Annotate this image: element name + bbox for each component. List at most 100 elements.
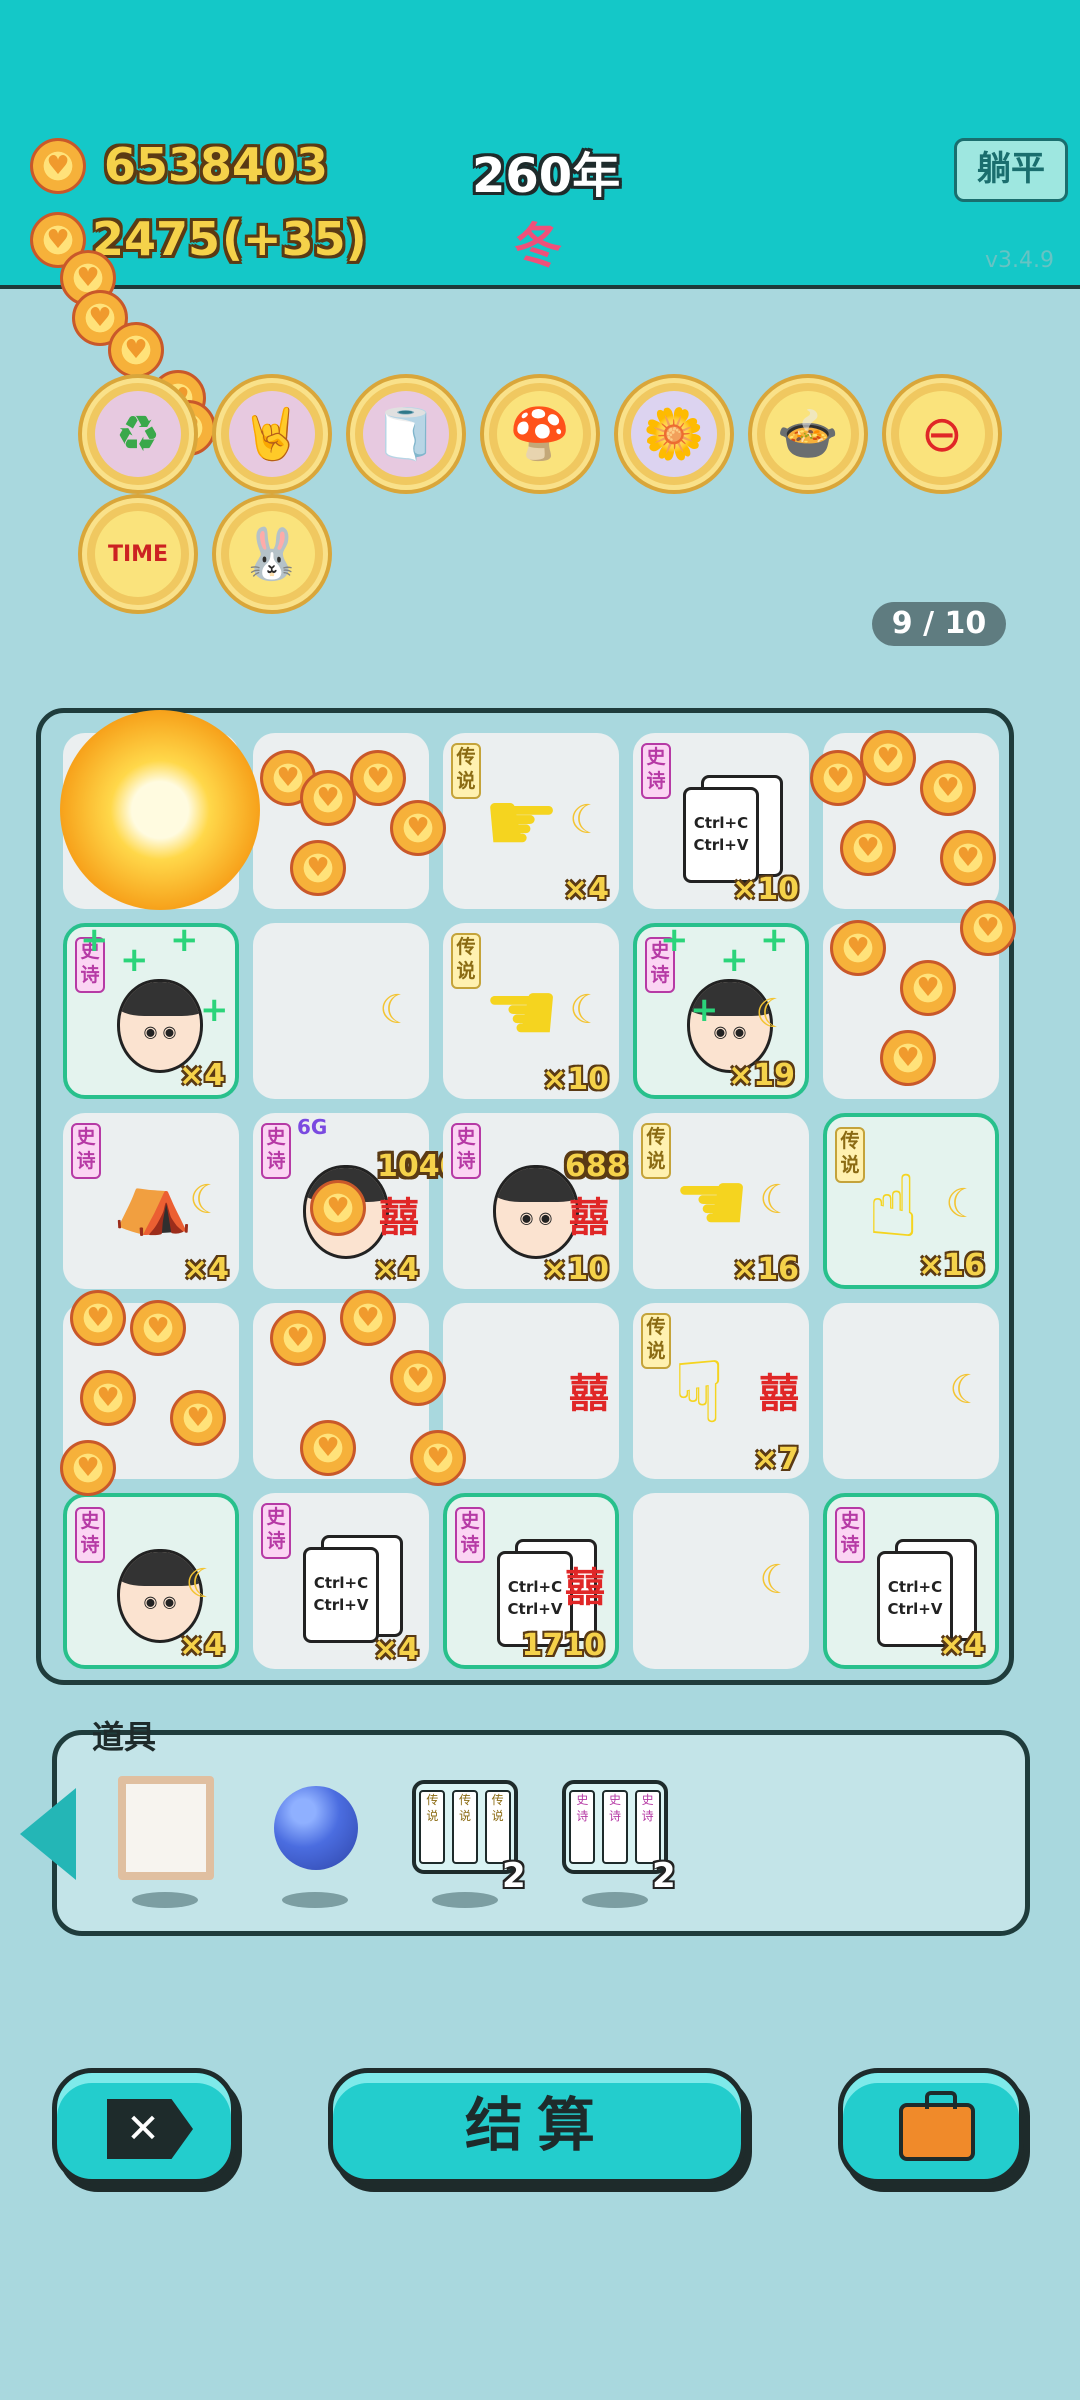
coin-pile-icon bbox=[880, 1030, 936, 1086]
season-label: 冬 bbox=[514, 218, 563, 274]
board-cell[interactable]: 史诗 Ctrl+C Ctrl+V ×4 bbox=[253, 1493, 429, 1669]
coin-pile-icon bbox=[960, 900, 1016, 956]
coin-pile-icon bbox=[940, 830, 996, 886]
coin-pile-icon bbox=[900, 960, 956, 1016]
settle-label: 结算 bbox=[464, 2091, 609, 2159]
moon-icon: ☾ bbox=[755, 991, 791, 1037]
blueberry-item[interactable] bbox=[274, 1786, 358, 1870]
coin-pile-icon bbox=[310, 1180, 366, 1236]
multiplier: ×4 bbox=[178, 1628, 225, 1663]
coin-pile-icon bbox=[390, 1350, 446, 1406]
mushroom-cloud-icon: 🍄 bbox=[497, 391, 583, 477]
blank-canvas-item[interactable] bbox=[118, 1776, 214, 1880]
moon-icon: ☾ bbox=[759, 1557, 795, 1603]
double-happiness-icon: 囍 bbox=[569, 1371, 609, 1417]
flower-pot-icon: 🌼 bbox=[631, 391, 717, 477]
board-cell[interactable]: 囍 bbox=[443, 1303, 619, 1479]
items-scroll-left-button[interactable] bbox=[20, 1788, 76, 1880]
rock-hand-icon: 🤘 bbox=[229, 391, 315, 477]
delete-icon: ✕ bbox=[107, 2099, 193, 2159]
moon-icon: ☾ bbox=[759, 1177, 795, 1223]
board-cell[interactable]: 史诗 Ctrl+C Ctrl+V ×4 bbox=[823, 1493, 999, 1669]
multiplier: ×16 bbox=[918, 1248, 985, 1283]
board-cell[interactable]: 史诗 ☾ ×4 bbox=[63, 1493, 239, 1669]
coin-pile-icon bbox=[170, 1390, 226, 1446]
epic-tag: 史诗 bbox=[455, 1507, 485, 1563]
epic-tag: 史诗 bbox=[261, 1503, 291, 1559]
board-cell[interactable]: ☾ bbox=[823, 1303, 999, 1479]
pointing-hand-icon: ☝ bbox=[867, 1157, 920, 1257]
briefcase-icon bbox=[899, 2091, 975, 2161]
pointing-hand-icon: ☛ bbox=[483, 773, 561, 873]
coin-pile-icon bbox=[920, 760, 976, 816]
6g-badge: 6G bbox=[297, 1115, 328, 1139]
item-count: 2 bbox=[502, 1856, 526, 1896]
plus-effect-icon: + bbox=[80, 920, 109, 960]
no-entry-relic[interactable]: ⊖ bbox=[886, 378, 998, 490]
time-magazine-icon: TIME bbox=[95, 511, 181, 597]
pressure-cooker-relic[interactable]: 🍲 bbox=[752, 378, 864, 490]
board-cell[interactable]: ☾ bbox=[253, 923, 429, 1099]
pointing-hand-icon: ☟ bbox=[673, 1343, 726, 1443]
flying-coin-icon bbox=[108, 322, 164, 378]
item-shadow bbox=[582, 1892, 648, 1908]
board-cell[interactable]: 传说 ☝ ☾ ×16 bbox=[823, 1113, 999, 1289]
no-entry-icon: ⊖ bbox=[899, 391, 985, 477]
item-shadow bbox=[132, 1892, 198, 1908]
plus-effect-icon: + bbox=[120, 940, 149, 980]
epic-tag: 史诗 bbox=[75, 1507, 105, 1563]
epic-tag: 史诗 bbox=[835, 1507, 865, 1563]
board-cell[interactable]: 传说 ☚ ☾ ×16 bbox=[633, 1113, 809, 1289]
legend-tag: 传说 bbox=[835, 1127, 865, 1183]
plus-effect-icon: + bbox=[170, 920, 199, 960]
tissue-box-relic[interactable]: 🧻 bbox=[350, 378, 462, 490]
coin-pile-icon bbox=[80, 1370, 136, 1426]
board-cell[interactable]: 传说 ☟ 囍 ×7 bbox=[633, 1303, 809, 1479]
double-happiness-icon: 囍 bbox=[565, 1565, 605, 1611]
cancel-button[interactable]: ✕ bbox=[52, 2068, 236, 2184]
multiplier: ×4 bbox=[562, 872, 609, 907]
moon-icon: ☾ bbox=[185, 1561, 221, 1607]
multiplier: ×19 bbox=[728, 1058, 795, 1093]
item-shadow bbox=[432, 1892, 498, 1908]
settle-button[interactable]: 结算 bbox=[328, 2068, 746, 2184]
items-label: 道具 bbox=[92, 1718, 157, 1756]
multiplier: ×4 bbox=[372, 1252, 419, 1287]
coin-pile-icon bbox=[60, 1440, 116, 1496]
board-cell[interactable]: 传说 ☛ ☾ ×4 bbox=[443, 733, 619, 909]
board-cell[interactable]: ☾ bbox=[633, 1493, 809, 1669]
board-cell[interactable]: 史诗 ⛺ ☾ ×4 bbox=[63, 1113, 239, 1289]
epic-card-icon: 史诗 bbox=[601, 1790, 628, 1864]
flower-pot-relic[interactable]: 🌼 bbox=[618, 378, 730, 490]
double-happiness-icon: 囍 bbox=[569, 1195, 609, 1241]
coin-pile-icon bbox=[830, 920, 886, 976]
recycle-relic[interactable]: ♻ bbox=[82, 378, 194, 490]
item-shadow bbox=[282, 1892, 348, 1908]
board-cell[interactable]: 史诗 Ctrl+C Ctrl+V ×10 bbox=[633, 733, 809, 909]
inventory-button[interactable] bbox=[838, 2068, 1024, 2184]
multiplier: ×7 bbox=[752, 1442, 799, 1477]
pointing-hand-icon: ☚ bbox=[673, 1153, 751, 1253]
lie-flat-button[interactable]: 躺平 bbox=[954, 138, 1068, 202]
moon-icon: ☾ bbox=[945, 1181, 981, 1227]
rabbit-relic[interactable]: 🐰 bbox=[216, 498, 328, 610]
board-cell[interactable]: 传说 ☚ ☾ ×10 bbox=[443, 923, 619, 1099]
version-label: v3.4.9 bbox=[985, 248, 1054, 273]
year-label: 260年 bbox=[472, 148, 621, 204]
rock-hand-relic[interactable]: 🤘 bbox=[216, 378, 328, 490]
epic-tag: 史诗 bbox=[261, 1123, 291, 1179]
board-cell[interactable]: 史诗 Ctrl+C Ctrl+V 囍 1710 bbox=[443, 1493, 619, 1669]
board-cell[interactable]: 史诗 囍 688 ×10 bbox=[443, 1113, 628, 1289]
moon-icon: ☾ bbox=[949, 1367, 985, 1413]
multiplier: ×10 bbox=[542, 1252, 609, 1287]
multiplier: ×10 bbox=[542, 1062, 609, 1097]
coin-pile-icon bbox=[810, 750, 866, 806]
coin-pile-icon bbox=[270, 1310, 326, 1366]
explosion-effect bbox=[60, 710, 260, 910]
pressure-cooker-icon: 🍲 bbox=[765, 391, 851, 477]
mushroom-cloud-relic[interactable]: 🍄 bbox=[484, 378, 596, 490]
coin-pile-icon bbox=[860, 730, 916, 786]
time-magazine-relic[interactable]: TIME bbox=[82, 498, 194, 610]
pointing-hand-icon: ☚ bbox=[483, 963, 561, 1063]
multiplier: ×10 bbox=[732, 872, 799, 907]
